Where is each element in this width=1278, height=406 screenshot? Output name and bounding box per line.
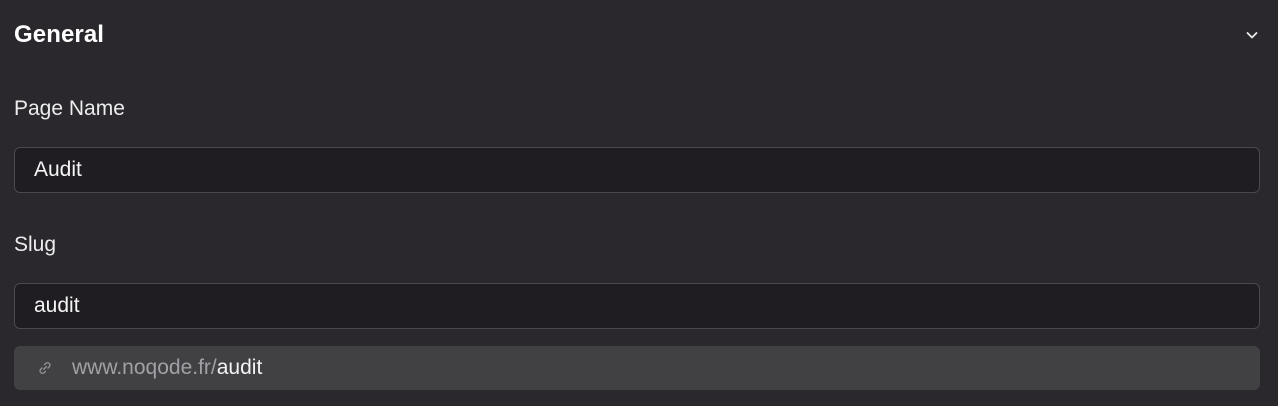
url-preview: www.noqode.fr/audit <box>14 346 1260 390</box>
section-header-general[interactable]: General <box>14 18 1262 52</box>
url-slug: audit <box>216 356 263 379</box>
slug-label: Slug <box>14 233 57 256</box>
url-base: www.noqode.fr/ <box>72 356 217 379</box>
link-icon <box>36 359 54 377</box>
chevron-down-icon[interactable] <box>1242 25 1262 45</box>
page-name-label: Page Name <box>14 97 125 120</box>
general-settings-panel: General Page Name Slug www.noqode.fr/aud… <box>0 0 1278 406</box>
page-name-input[interactable] <box>14 147 1260 193</box>
url-preview-text: www.noqode.fr/audit <box>72 356 262 380</box>
slug-input[interactable] <box>14 283 1260 329</box>
section-title: General <box>14 21 105 48</box>
